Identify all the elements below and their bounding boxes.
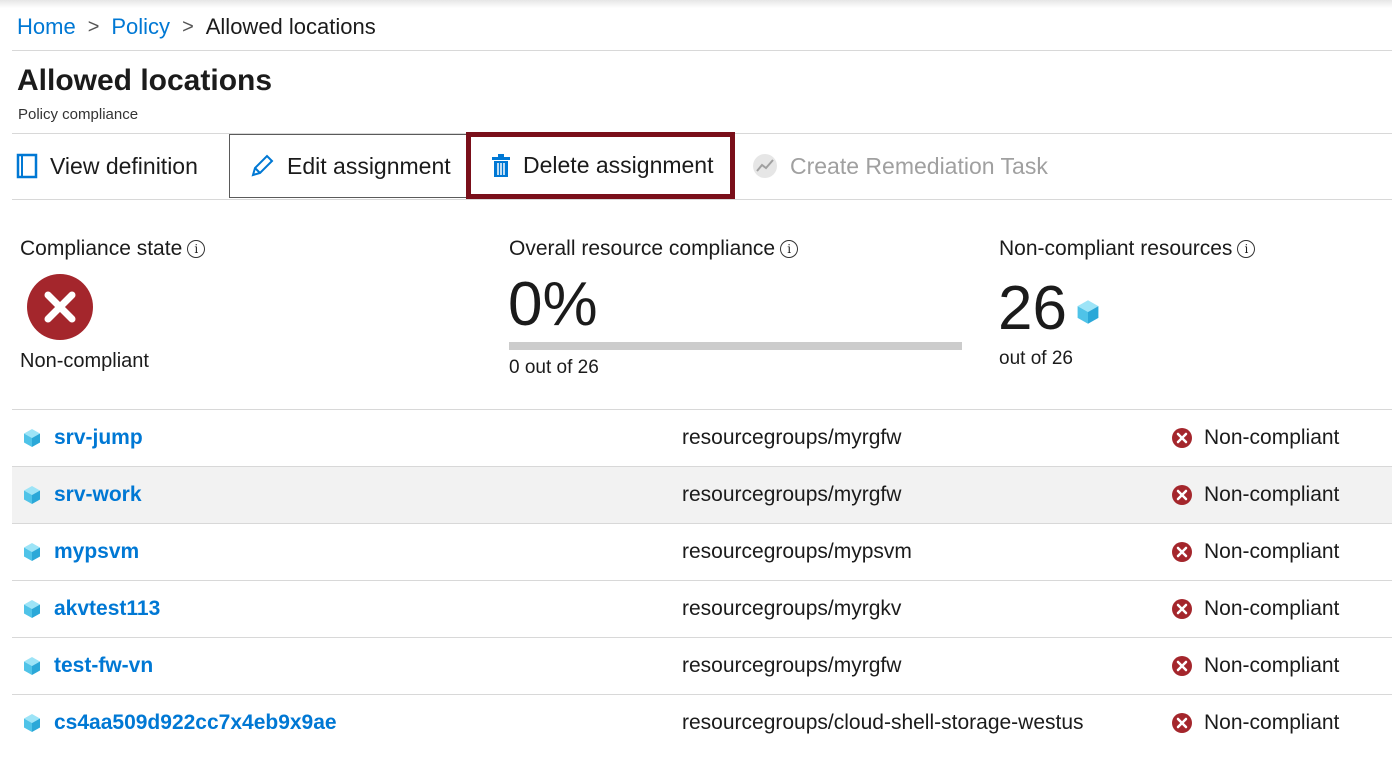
overall-compliance-label-text: Overall resource compliance xyxy=(509,237,776,260)
noncompliant-count-value: 26 xyxy=(998,274,1067,343)
view-definition-label: View definition xyxy=(50,152,198,179)
pencil-icon xyxy=(251,154,274,177)
cube-icon xyxy=(24,714,40,732)
error-icon xyxy=(1172,656,1192,676)
breadcrumb-current: Allowed locations xyxy=(205,14,376,39)
resource-group-cell: resourcegroups/cloud-shell-storage-westu… xyxy=(682,711,1084,734)
divider xyxy=(12,199,1392,200)
error-icon xyxy=(1172,542,1192,562)
resource-name-link[interactable]: srv-jump xyxy=(54,426,143,450)
compliance-progress-bar xyxy=(509,342,962,350)
table-row[interactable]: cs4aa509d922cc7x4eb9x9ae resourcegroups/… xyxy=(12,694,1392,751)
create-remediation-task-button[interactable]: Create Remediation Task xyxy=(752,134,1048,198)
delete-assignment-button[interactable]: Delete assignment xyxy=(466,132,735,199)
table-row[interactable]: mypsvm resourcegroups/mypsvm Non-complia… xyxy=(12,523,1392,580)
table-row[interactable]: srv-work resourcegroups/myrgfw Non-compl… xyxy=(12,466,1392,523)
resource-name-cell[interactable]: test-fw-vn xyxy=(22,654,153,678)
status-cell: Non-compliant xyxy=(1172,654,1339,678)
trend-icon xyxy=(753,154,777,178)
trash-icon xyxy=(492,153,510,177)
edit-assignment-label: Edit assignment xyxy=(287,152,451,179)
resource-name-cell[interactable]: mypsvm xyxy=(22,540,139,564)
overall-compliance-percent: 0% xyxy=(508,270,598,339)
status-cell: Non-compliant xyxy=(1172,540,1339,564)
breadcrumb-policy[interactable]: Policy xyxy=(111,14,170,40)
cube-icon xyxy=(24,657,40,675)
page-subtitle: Policy compliance xyxy=(18,106,139,123)
error-icon xyxy=(1172,428,1192,448)
table-row[interactable]: akvtest113 resourcegroups/myrgkv Non-com… xyxy=(12,580,1392,637)
cube-icon xyxy=(24,543,40,561)
book-icon xyxy=(16,153,38,179)
resource-group-cell: resourcegroups/myrgfw xyxy=(682,483,902,506)
status-cell: Non-compliant xyxy=(1172,483,1339,507)
info-icon[interactable]: i xyxy=(1237,240,1256,258)
view-definition-button[interactable]: View definition xyxy=(16,134,198,198)
noncompliant-resources-label-text: Non-compliant resources xyxy=(999,237,1233,260)
resource-name-cell[interactable]: akvtest113 xyxy=(22,597,160,621)
resource-name-cell[interactable]: srv-jump xyxy=(22,426,143,450)
resource-name-link[interactable]: test-fw-vn xyxy=(54,654,153,678)
breadcrumb: Home > Policy > Allowed locations xyxy=(17,14,376,40)
status-cell: Non-compliant xyxy=(1172,711,1339,735)
top-shadow xyxy=(0,0,1392,8)
resource-name-link[interactable]: mypsvm xyxy=(54,540,139,564)
resource-name-link[interactable]: srv-work xyxy=(54,483,142,507)
info-icon[interactable]: i xyxy=(780,240,799,258)
resource-group-cell: resourcegroups/myrgfw xyxy=(682,426,902,449)
cube-icon xyxy=(1077,300,1099,324)
compliance-state-label: Compliance state i xyxy=(20,237,206,261)
resource-name-link[interactable]: akvtest113 xyxy=(54,597,160,621)
status-cell: Non-compliant xyxy=(1172,597,1339,621)
status-text: Non-compliant xyxy=(1204,654,1340,677)
compliance-state-label-text: Compliance state xyxy=(20,237,183,260)
status-text: Non-compliant xyxy=(1204,540,1340,563)
error-icon xyxy=(1172,713,1192,733)
resource-group-cell: resourcegroups/myrgfw xyxy=(682,654,902,677)
toolbar: View definition Edit assignment Delete a… xyxy=(0,132,1392,200)
breadcrumb-separator: > xyxy=(87,15,100,38)
resource-name-link[interactable]: cs4aa509d922cc7x4eb9x9ae xyxy=(54,711,337,735)
status-text: Non-compliant xyxy=(1204,711,1340,734)
resource-name-cell[interactable]: cs4aa509d922cc7x4eb9x9ae xyxy=(22,711,337,735)
breadcrumb-home[interactable]: Home xyxy=(17,14,76,40)
overall-compliance-sub: 0 out of 26 xyxy=(509,357,599,378)
noncompliant-resources-label: Non-compliant resources i xyxy=(999,237,1256,261)
resource-group-cell: resourcegroups/mypsvm xyxy=(682,540,912,563)
cube-icon xyxy=(24,486,40,504)
status-cell: Non-compliant xyxy=(1172,426,1339,450)
delete-assignment-label: Delete assignment xyxy=(523,152,714,178)
page-title: Allowed locations xyxy=(17,64,273,97)
compliance-state-value: Non-compliant xyxy=(20,350,149,372)
error-icon xyxy=(26,273,94,346)
cube-icon xyxy=(24,600,40,618)
cube-icon xyxy=(24,429,40,447)
divider xyxy=(12,50,1392,51)
status-text: Non-compliant xyxy=(1204,483,1340,506)
resource-name-cell[interactable]: srv-work xyxy=(22,483,142,507)
overall-compliance-label: Overall resource compliance i xyxy=(509,237,799,261)
noncompliant-sub: out of 26 xyxy=(999,348,1073,369)
resource-table: srv-jump resourcegroups/myrgfw Non-compl… xyxy=(12,409,1392,751)
resource-group-cell: resourcegroups/myrgkv xyxy=(682,597,902,620)
breadcrumb-separator: > xyxy=(182,15,194,38)
create-remediation-task-label: Create Remediation Task xyxy=(790,152,1048,179)
error-icon xyxy=(1172,599,1192,619)
status-text: Non-compliant xyxy=(1204,426,1340,449)
table-row[interactable]: srv-jump resourcegroups/myrgfw Non-compl… xyxy=(12,409,1392,466)
info-icon[interactable]: i xyxy=(187,240,206,258)
error-icon xyxy=(1172,485,1192,505)
edit-assignment-button[interactable]: Edit assignment xyxy=(229,134,467,198)
status-text: Non-compliant xyxy=(1204,597,1340,620)
table-row[interactable]: test-fw-vn resourcegroups/myrgfw Non-com… xyxy=(12,637,1392,694)
noncompliant-count: 26 xyxy=(998,278,1101,340)
